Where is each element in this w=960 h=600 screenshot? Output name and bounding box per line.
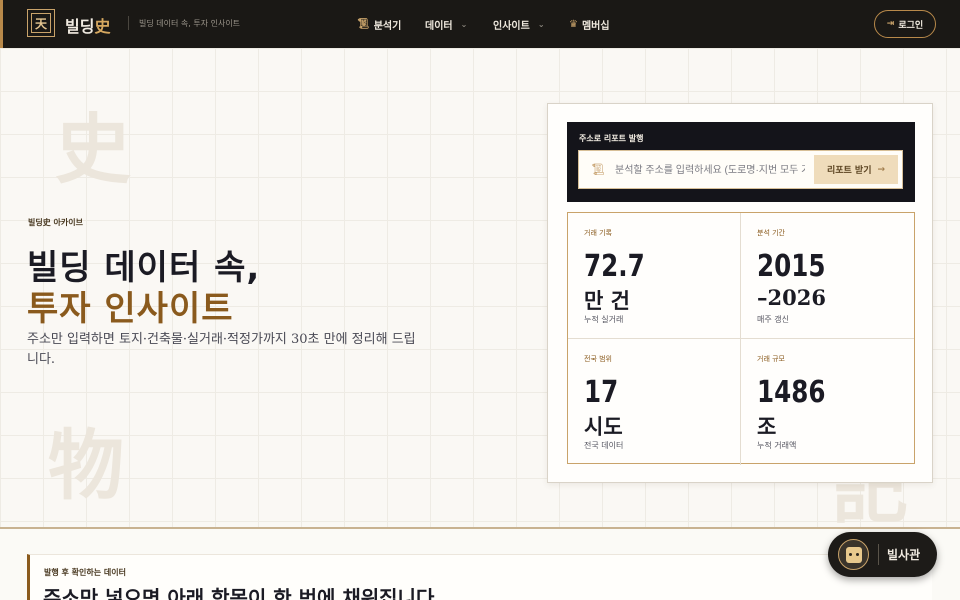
- watermark-hanja-object: 物: [48, 421, 124, 510]
- hero-title-line2: 투자 인사이트: [27, 289, 234, 329]
- search-panel-label: 주소로 리포트 발행: [579, 134, 644, 143]
- nav-item-analyzer[interactable]: 📜︎ 분석기: [357, 17, 401, 32]
- stat-unit: –2026: [757, 285, 826, 310]
- stat-note: 누적 거래액: [757, 441, 797, 450]
- stat-note: 매주 갱신: [757, 315, 789, 324]
- nav-item-data[interactable]: 데이터 ⌄: [425, 17, 467, 32]
- callout-label: 발행 후 확인하는 데이터: [44, 568, 126, 577]
- assistant-avatar-icon: [838, 539, 869, 570]
- data-preview-callout: 발행 후 확인하는 데이터 주소만 넣으면 아래 항목이 한 번에 채워집니다.: [27, 554, 932, 600]
- logo-icon[interactable]: 天: [27, 9, 55, 37]
- callout-title: 주소만 넣으면 아래 항목이 한 번에 채워집니다.: [43, 586, 442, 600]
- watermark-hanja-history: 史: [55, 105, 131, 194]
- brand-main: 빌딩: [65, 17, 95, 36]
- brand-divider: [128, 16, 129, 30]
- chevron-down-icon: ⌄: [537, 20, 545, 29]
- address-search-input[interactable]: [615, 159, 805, 181]
- stat-period: 분석 기간 2015 –2026 매주 갱신: [741, 213, 914, 339]
- stat-label: 분석 기간: [757, 229, 785, 237]
- crown-icon: ♛: [569, 19, 578, 30]
- brand-tagline: 빌딩 데이터 속, 투자 인사이트: [139, 19, 241, 28]
- get-report-label: 리포트 받기: [826, 166, 872, 176]
- stat-label: 거래 기록: [584, 229, 612, 237]
- nav-label-insight: 인사이트: [493, 21, 530, 32]
- login-button[interactable]: ⇥ 로그인: [874, 10, 936, 38]
- stat-note: 누적 실거래: [584, 315, 624, 324]
- stat-label: 거래 규모: [757, 355, 785, 363]
- nav-label-data: 데이터: [425, 21, 453, 32]
- scroll-icon: 📜︎: [357, 19, 370, 30]
- stat-unit: 시도: [584, 414, 623, 439]
- scroll-icon: 📜︎: [591, 163, 605, 176]
- nav-label-analyzer: 분석기: [373, 21, 402, 32]
- address-search-box: 📜︎ 리포트 받기 →: [578, 150, 903, 189]
- brand-name[interactable]: 빌딩史: [65, 13, 110, 37]
- stat-coverage: 전국 범위 17 시도 전국 데이터: [568, 339, 741, 465]
- stat-label: 전국 범위: [584, 355, 612, 363]
- arrow-right-icon: →: [877, 164, 886, 175]
- report-card: 주소로 리포트 발행 📜︎ 리포트 받기 → 거래 기록 72.7 만 건 누적…: [547, 103, 933, 483]
- assistant-label: 빌사관: [887, 548, 921, 562]
- assistant-chat-button[interactable]: 빌사관: [828, 532, 937, 577]
- assistant-divider: [878, 544, 879, 565]
- login-icon: ⇥: [886, 19, 895, 29]
- top-navbar: 天 빌딩史 빌딩 데이터 속, 투자 인사이트 📜︎ 분석기 데이터 ⌄ 인사이…: [0, 0, 960, 48]
- get-report-button[interactable]: 리포트 받기 →: [814, 155, 898, 184]
- hero-description: 주소만 입력하면 토지·건축물·실거래·적정가까지 30초 만에 정리해 드립니…: [27, 332, 416, 367]
- hero-eyebrow: 빌딩史 아카이브: [28, 218, 83, 227]
- address-search-panel: 주소로 리포트 발행 📜︎ 리포트 받기 →: [567, 122, 915, 202]
- stat-unit: 조: [757, 414, 777, 439]
- stat-value: 2015: [757, 249, 826, 284]
- stats-grid: 거래 기록 72.7 만 건 누적 실거래 분석 기간 2015 –2026 매…: [567, 212, 915, 465]
- login-label: 로그인: [898, 20, 924, 31]
- stat-note: 전국 데이터: [584, 441, 624, 450]
- stat-transactions: 거래 기록 72.7 만 건 누적 실거래: [568, 213, 741, 339]
- nav-item-membership[interactable]: ♛ 멤버십: [569, 17, 610, 32]
- nav-label-membership: 멤버십: [581, 21, 610, 32]
- stat-value: 1486: [757, 375, 826, 410]
- stat-value: 17: [584, 375, 619, 410]
- chevron-down-icon: ⌄: [460, 20, 468, 29]
- stat-volume: 거래 규모 1486 조 누적 거래액: [741, 339, 914, 465]
- stat-value: 72.7: [584, 249, 645, 284]
- stat-unit: 만 건: [584, 288, 630, 313]
- brand-hanja: 史: [94, 17, 111, 36]
- logo-glyph: 天: [31, 13, 51, 33]
- nav-item-insight[interactable]: 인사이트 ⌄: [493, 17, 545, 32]
